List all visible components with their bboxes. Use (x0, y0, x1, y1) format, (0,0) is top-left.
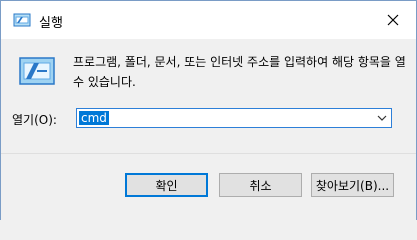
ok-button[interactable]: 확인 (125, 173, 208, 197)
instructions-text: 프로그램, 폴더, 문서, 또는 인터넷 주소를 입력하여 해당 항목을 열 수… (73, 55, 406, 89)
open-label: 열기(O): (12, 113, 57, 127)
title-bar[interactable]: 실행 (1, 1, 416, 39)
close-button[interactable] (370, 1, 416, 39)
run-dialog: 실행 프로그램, 폴더, 문서, 또는 인터넷 주소를 입력하여 해당 항목을 … (0, 0, 417, 220)
chevron-down-icon[interactable] (377, 115, 387, 121)
cancel-button[interactable]: 취소 (219, 173, 302, 197)
open-combobox[interactable]: cmd (76, 108, 392, 128)
browse-button[interactable]: 찾아보기(B)... (311, 173, 394, 197)
run-icon (13, 13, 31, 27)
open-input[interactable]: cmd (79, 111, 109, 125)
run-large-icon (19, 57, 55, 85)
window-title: 실행 (39, 16, 63, 31)
close-icon (387, 14, 399, 26)
